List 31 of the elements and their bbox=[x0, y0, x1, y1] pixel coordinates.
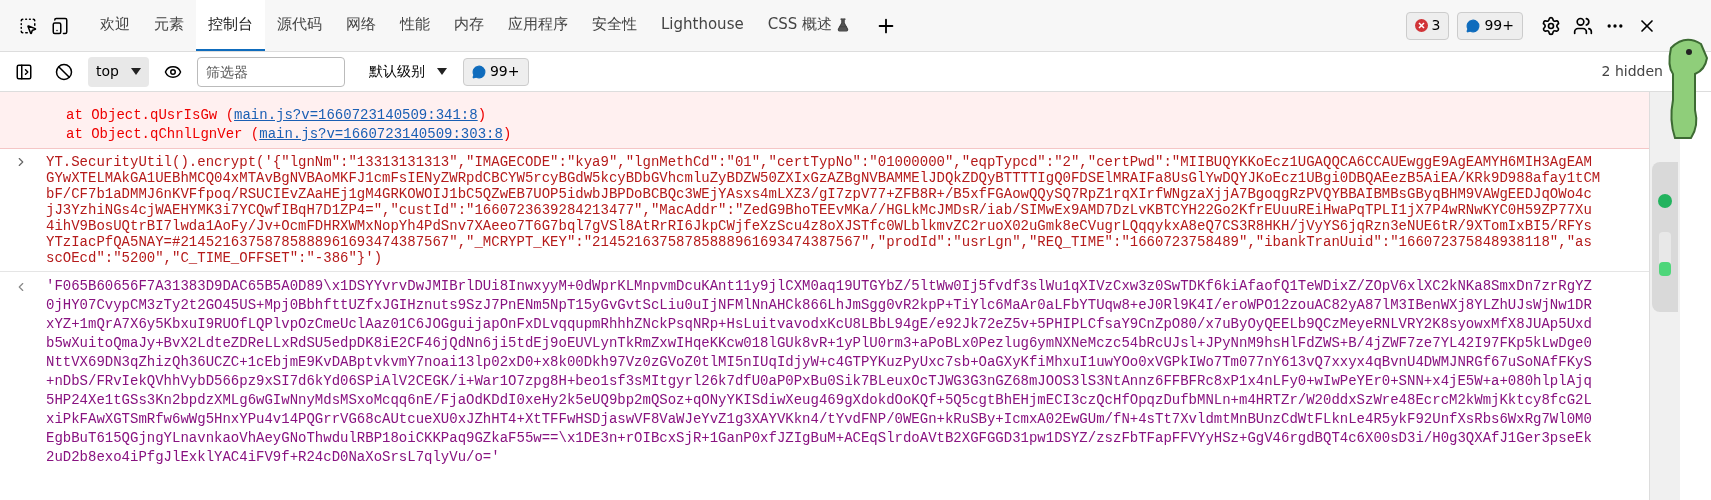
error-counter[interactable]: 3 bbox=[1405, 11, 1450, 40]
log-level-dropdown[interactable]: 默认级别 bbox=[360, 56, 455, 87]
flask-icon bbox=[835, 17, 850, 32]
panel-tab[interactable]: 源代码 bbox=[265, 0, 334, 51]
message-icon bbox=[1466, 18, 1481, 33]
panel-tab[interactable]: 控制台 bbox=[196, 0, 265, 51]
command-text: YT.SecurityUtil().encrypt('{"lgnNm":"13313131313","IMAGECODE":"kya9","lgnMethCd":"01","certTypNo":"01000000","eqpTypcd":"2","certPwd":"MIIBUQYKKoEcz1UGAQQCA6CCAUEwggE9AgEAMYH6MIH3AgEAM GYwXTELMAkGA1UEBhMCQ04xMTAvBgNVBAoMKFJ1cmFsIENyZWRpdCBCYW5rcyBGdW5kcyBDbGVhcmluZyBDZW50ZXIxGzAZBgNVBAMMElJDQkZDQyBTTTTIgQ0FDSElMRAIFa8UsGlYwDQYJKoEcz1UBgi0DBQAEezB5AiEA/KRk9D988afay1tCM bF/CF7b1aDMMJ6nKVFfpoq/RSUCIEvZAaHEj1gM4GRKOWOIJ1bC5QZwEB7UOP5idwbJBPDoBCBQc3WEjYAsxs4mLXZ3/gI7zpV77+ZFB8R+/B5xfFGAowQQySQ7RpZ1rqXIrfWNgzaXjjA7BgoqgRzPVQYBBAIBMBsGByqBHM9VAWgEEDJqOWo4c jJ3YzhiNGs4cjWAEHYMK3i7YCQwfIBqH7D1ZP4=","custId":"1660723639284213477","MacAddr":"ZedG9BhoTEEvMKa//HGLkMcJMDsR/iab/SIMwEx9AMD7DzLvKBTCYH22Go2KfrEUuuREiHwaPqTPLI1jX7P4wRNwKYC0H59ZP77Xu 4ihV9BosUQtrBI7lwda1AoFy/Jv+OcmFDHRXWMxNopYh4PdSnv7XAeeo7T6G7bql7gVSl8AtRrRI6JkpCWjfeXzScu4z8oXJSTfc0WLblkmvZC2ruoX02uGmk8eCVugrLQqqykxA8eQ7CS3R8HKH/jVyYS6jqRzn3eNUE6tR/9XTomIxBI5/RFYs YTzIacPfQA5NAY=#21452163758785888961693474387567","_MCRYPT_KEY":"21452163758785888961693474387567","prodId":"usrLgn","REQ_TIME":"1660723758489","ibankTranUuid":"166072375848938118","as scOEcd":"5200","C_TIME_OFFSET":"-386"}') bbox=[46, 154, 1601, 266]
panel-tab[interactable]: 性能 bbox=[388, 0, 442, 51]
message-icon bbox=[471, 64, 486, 79]
source-link[interactable]: main.js?v=1660723140509:303:8 bbox=[259, 126, 503, 142]
dropdown-caret-icon bbox=[130, 68, 141, 75]
stack-trace-line: at Object.qUsrIsGw (main.js?v=1660723140509:341:8) bbox=[66, 106, 488, 125]
level-meter-icon bbox=[1659, 232, 1671, 276]
panel-tab[interactable]: 欢迎 bbox=[88, 0, 142, 51]
source-link[interactable]: main.js?v=1660723140509:341:8 bbox=[234, 107, 478, 123]
message-counter[interactable]: 99+ bbox=[1457, 11, 1523, 40]
dropdown-caret-icon bbox=[436, 68, 447, 75]
panel-tab[interactable]: 应用程序 bbox=[496, 0, 580, 51]
issues-counter[interactable]: 99+ bbox=[462, 57, 529, 86]
panel-tab[interactable]: CSS 概述 bbox=[755, 0, 862, 51]
panel-tab[interactable]: 网络 bbox=[334, 0, 388, 51]
filter-field[interactable]: 筛选器 bbox=[196, 56, 345, 87]
panel-tab[interactable]: Lighthouse bbox=[649, 0, 756, 51]
context-dropdown[interactable]: top bbox=[88, 56, 149, 87]
panel-tab[interactable]: 内存 bbox=[442, 0, 496, 51]
error-icon bbox=[1414, 19, 1428, 32]
result-text: 'F065B60656F7A31383D9DAC65B5A0D89\x1DSYYvrvDwJMIBrlDUi8InwxyyM+0dWprKLMnpvmDcuKAnt11y9jlCXM0aq19UTGYbZ/5ltWw0Ij5fvdf3slWu1qXIVzCxw3z0SwTDKf6kiAfaofQ1TeWDixZ/ZOpV6xlXC2kNKa8SmxDn7zrRgYZ 0jHY07CvypCM3zTy2t2GO45US+Mpj0BbhfttUZfxJGIHznuts9SzJ7PnENm5NpT15yGvGvtScLiu0uIjNFMlNnAHCk866LhJmSgg0vR2kpP+TiYlc6MaAr0aLFbYTUqw8+eJ0Rl9K4I/eroWPO12zouAC82yA87lM3IBenWXj8YLZhUJsWjNw1DR xYZ+1mQrA7X6y5KbxuI9RUOfLQPlvpOzCmeUclAaz01C6JOGguijapOnFxDLvqqupmRhhhZNckPsqNRp+HsLuitvavodxKcU8LBbL94gE/e92Jk72eZ5v+5PHIPLCfsaY9CnZpO80/x7uByOyQEELb9QCzMeyeRNLVRY2K8syowxMfX8JUAp5Uxd b5wXuitoQmaJy+BvX2LdteZDReLLxRdSU5edpDK8iE2CF46jQdNn6ji5tdEj9oEUVLynTkRmZxwIHqeKKcw018lGUk8vR+1yPlU0rm3+aPoBLx0Pezlug6ymNXNeMczc54bRcUJsl+JPyNnM9hsHlFdZWS+B/4jZWF7ze7YL42I97FKp5kLwDge0 NttVX69DN3qZhizQh36UCZC+1cEbjmE9KvDABptvkvmY7noai13lp02xD0+x8k00Dkh97Vz0zGVoZ0tlMI5nIUqIdjyW+c4GTPYKuzPyUxc7sb+OaGXyKfiMhxuI1uwYOo0xVGPkIWo7Tm077nY613vQ7xxyx4qBvnU4DWMJNRGf67uSoNAfFKyS +nDbS/FRvIekQVhhVybD566pz9xSI7d6kYd06SPiAlV2CEGK/i+War1O7zpg8H+beo1sf3sMItgyrl26k7dfU0aP0PxBu0Sik7BLeuxOcTJWG3G3nGZ68mJOOS3lS3NtAnnz6FFBFRc8xP1x4nLFy0+wIwPeYEr0+SNN+x4jE5W+a+080hlplAjq 5HP24Xe1tGSs3Kn2bpdzXMLg6wGIwNnyMdsMSxoMcqq6nE/FjaOdKDdI0xeHy2k5eUQ9bp2mQSoz+qONyYKISdiwXeug469gXdokdOoKQf+5Q5cgtBhEHjmECI3czQcHfOpqzDufbMNLn+m4HRTZr/W20ddxSzWre48EcrcM2kWmjKktcy8fcG2L xiPkFAwXGTSmRfw6wWg5HnxYPu4v14PQGrrVG68cAUtcueXU0xJZhHT4+XtTFFwHSDjaswVF8VaWJeYvZ1g3XAYVKkn4/tYvdFNP/0WEGn+kRuSBy+IcmxA02EwGUm/fN+4sTt7XvldmtMnBUnzCdWtFLknLe4R5ykF92UnfXsRbs6WxRg7Wl0M0 EgbBuT615QGjngYLnavnkaoVhAeyGNoThwdulRBP18oiCKKPaq9GZkaF55w==\x1DE3n+rOIBcxSjR+1GanP0xfJZIgBuM+ACEqSlrdoAVtB2XGFGGD31pw1DSYZ/zszFbTFapFFVYyHSz+GgV46rgdBQT4c6X00sD3i/H0g3QXAfJ1Ger3pseEk 2uD2b8exo4iPfgJlExklYAC4iFV9f+R24cD0NaXoSrsL7qlyVu/o=' bbox=[46, 277, 1592, 467]
panel-tab[interactable]: 安全性 bbox=[580, 0, 649, 51]
stack-trace-line: at Object.qChnlLgnVer (main.js?v=1660723140509:303:8) bbox=[66, 125, 513, 144]
hidden-count: 2 hidden bbox=[1601, 62, 1663, 81]
panel-tab[interactable]: 元素 bbox=[142, 0, 196, 51]
